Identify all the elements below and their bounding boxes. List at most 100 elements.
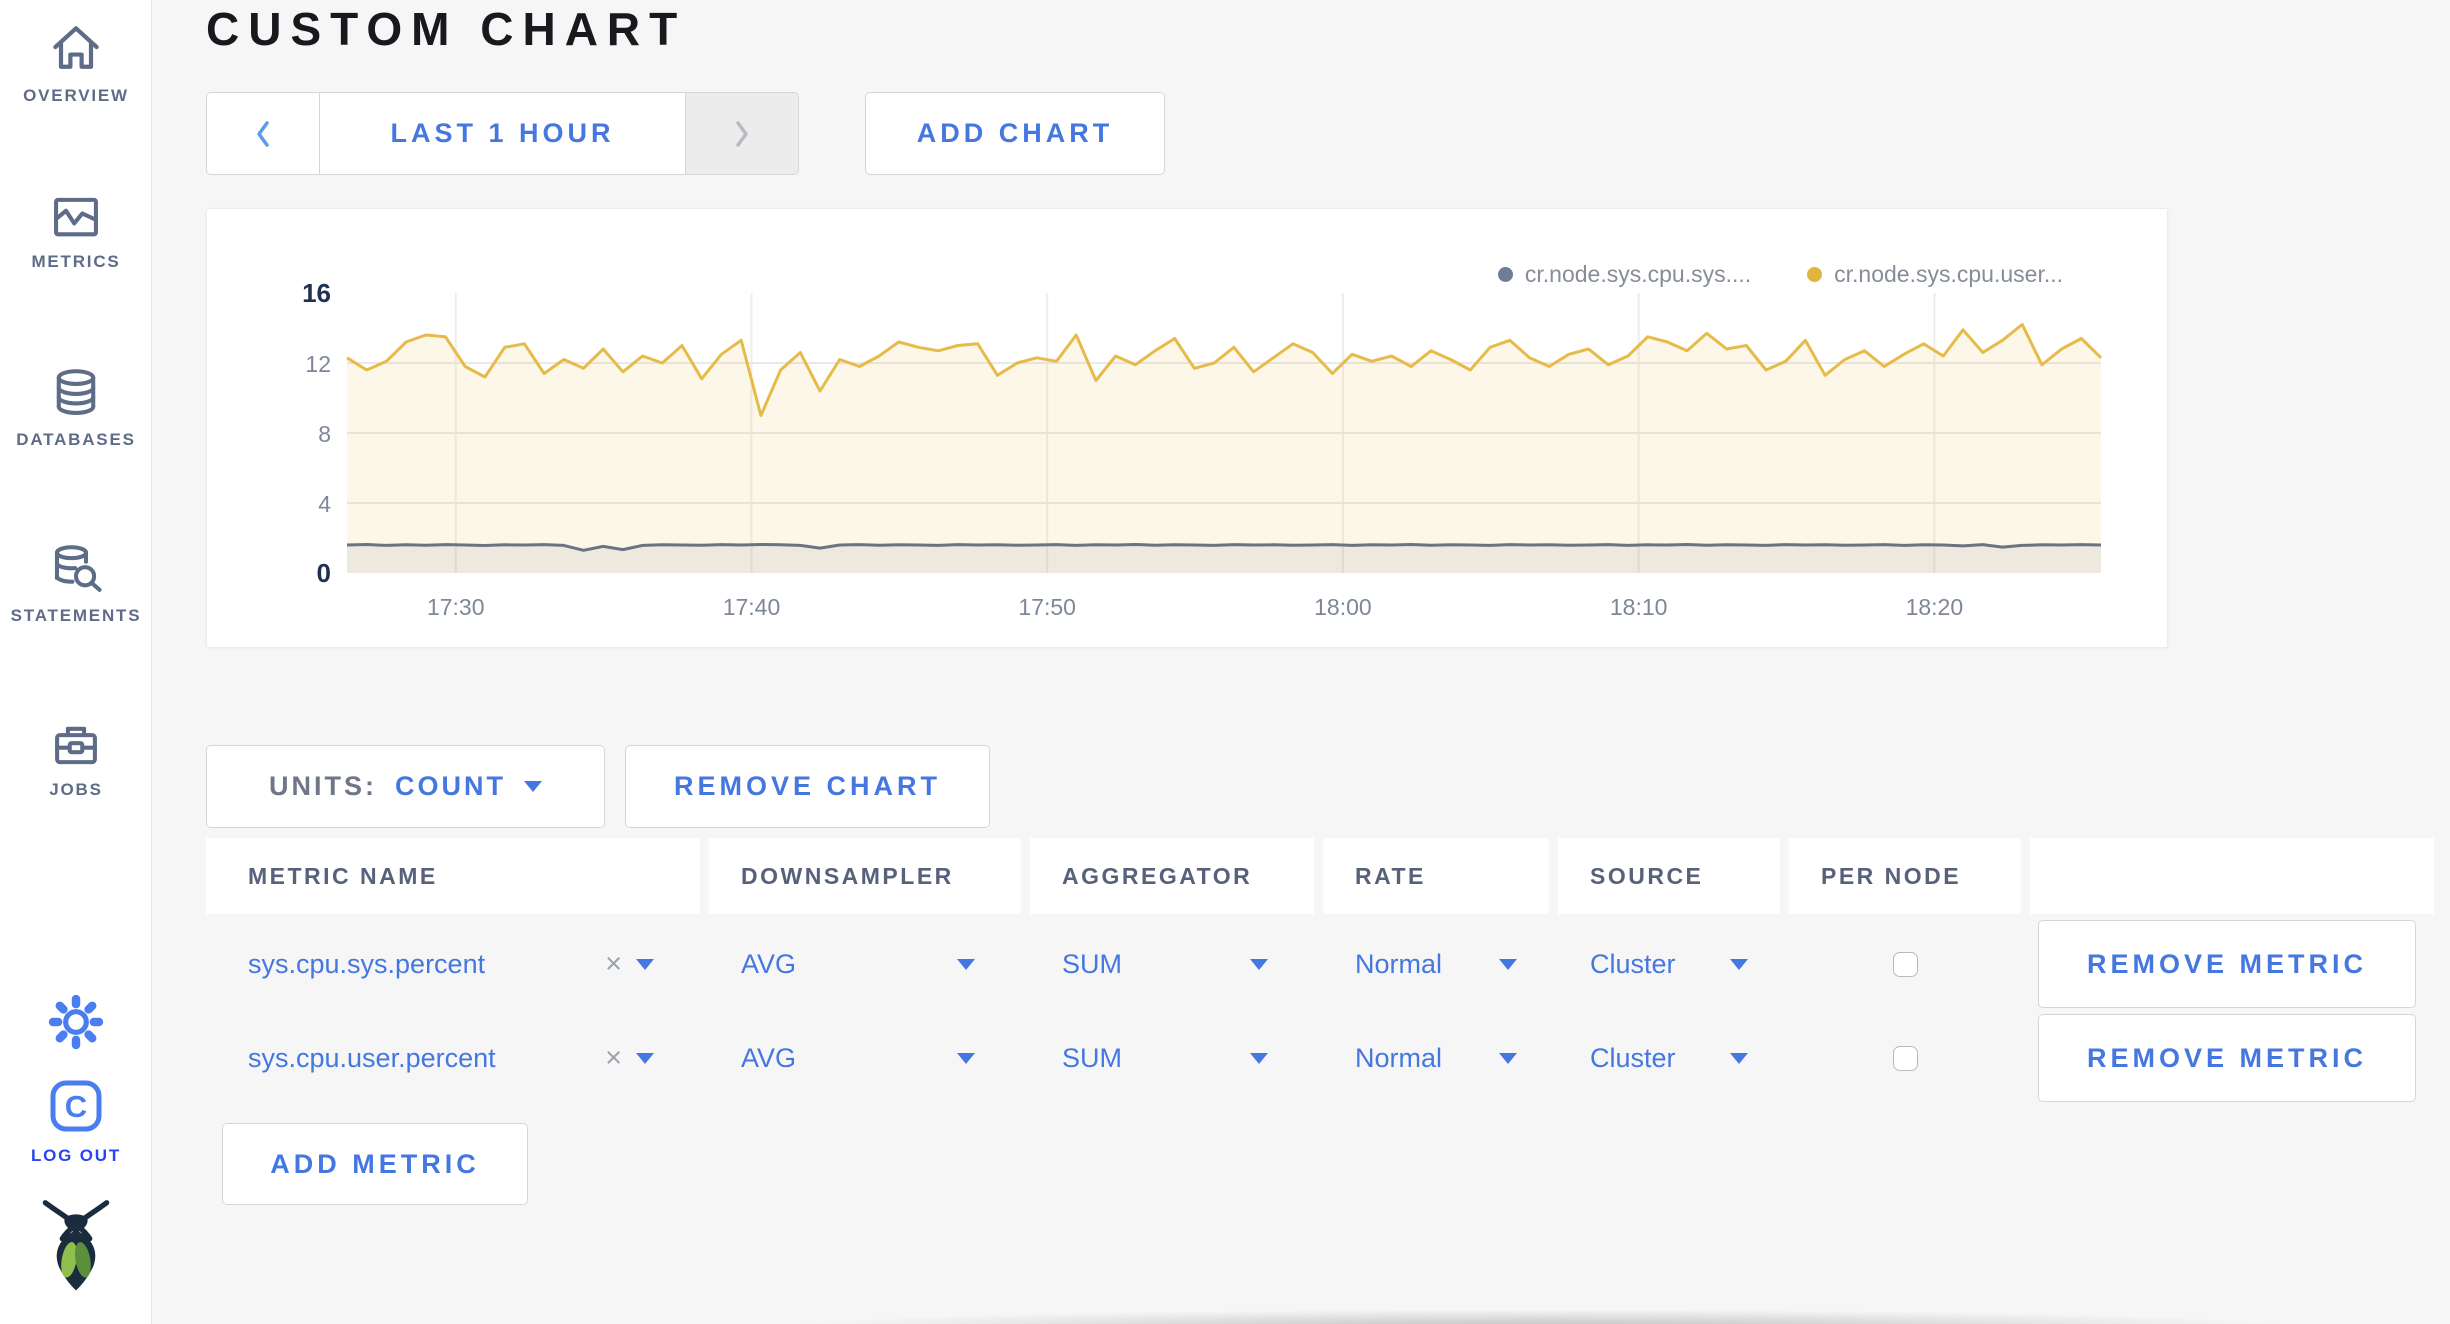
sidebar: OVERVIEW METRICS DATABASES STATEMENTS JO…: [0, 0, 152, 1324]
cockroach-logo[interactable]: [0, 1198, 152, 1292]
per-node-cell: [1789, 1014, 2021, 1102]
rate-value: Normal: [1355, 948, 1443, 979]
remove-chart-button[interactable]: REMOVE CHART: [625, 745, 990, 828]
col-header-actions: [2030, 838, 2434, 914]
metric-clear-control[interactable]: ×: [605, 1042, 654, 1075]
add-chart-button[interactable]: ADD CHART: [865, 92, 1165, 175]
legend-item[interactable]: cr.node.sys.cpu.sys....: [1497, 261, 1752, 288]
chevron-down-icon: [1730, 1052, 1748, 1064]
aggregator-value: SUM: [1062, 948, 1122, 979]
col-header-source: SOURCE: [1558, 838, 1780, 914]
col-header-per-node: PER NODE: [1789, 838, 2021, 914]
sidebar-item-label: DATABASES: [16, 430, 136, 449]
legend-label: cr.node.sys.cpu.sys....: [1524, 261, 1752, 287]
metric-name-dropdown[interactable]: sys.cpu.user.percent: [248, 1043, 496, 1074]
main-content: CUSTOM CHART LAST 1 HOUR ADD CHART cr.no…: [152, 0, 2450, 1324]
svg-text:C: C: [65, 1089, 87, 1124]
downsampler-dropdown[interactable]: AVG: [709, 1014, 1021, 1102]
legend-dot: [1497, 267, 1513, 282]
source-value: Cluster: [1590, 948, 1676, 979]
source-value: Cluster: [1590, 1042, 1676, 1073]
rate-value: Normal: [1355, 1042, 1443, 1073]
sidebar-item-metrics[interactable]: METRICS: [0, 192, 152, 272]
per-node-checkbox[interactable]: [1892, 1045, 1918, 1071]
sidebar-settings[interactable]: [0, 992, 152, 1052]
controls-row: LAST 1 HOUR ADD CHART: [206, 92, 1165, 175]
cockroach-c-icon: C: [50, 1080, 102, 1132]
briefcase-icon: [55, 726, 97, 765]
downsampler-value: AVG: [741, 948, 797, 979]
sidebar-logout[interactable]: C LOG OUT: [0, 1074, 152, 1166]
sidebar-item-label: OVERVIEW: [23, 86, 129, 105]
time-range-value[interactable]: LAST 1 HOUR: [320, 93, 685, 174]
actions-cell: REMOVE METRIC: [2030, 920, 2434, 1008]
svg-text:18:10: 18:10: [1610, 594, 1668, 620]
aggregator-dropdown[interactable]: SUM: [1030, 920, 1314, 1008]
metric-name-dropdown[interactable]: sys.cpu.sys.percent: [248, 949, 485, 980]
svg-text:17:30: 17:30: [427, 594, 485, 620]
time-range-prev-button[interactable]: [207, 93, 320, 174]
legend-dot: [1807, 267, 1823, 282]
chart-card: cr.node.sys.cpu.sys.... cr.node.sys.cpu.…: [206, 208, 2168, 648]
sidebar-item-databases[interactable]: DATABASES: [0, 364, 152, 450]
table-row-2-metric-cell: sys.cpu.user.percent ×: [206, 1014, 700, 1102]
chevron-down-icon: [636, 1052, 654, 1064]
svg-text:18:20: 18:20: [1906, 594, 1964, 620]
downsampler-dropdown[interactable]: AVG: [709, 920, 1021, 1008]
legend-item[interactable]: cr.node.sys.cpu.user...: [1807, 261, 2063, 288]
cockroach-bug-icon: [42, 1200, 110, 1291]
remove-metric-button[interactable]: REMOVE METRIC: [2038, 920, 2416, 1008]
sidebar-item-label: STATEMENTS: [10, 606, 142, 625]
chevron-down-icon: [1499, 1052, 1517, 1064]
clear-x-icon[interactable]: ×: [605, 948, 622, 981]
metric-clear-control[interactable]: ×: [605, 948, 654, 981]
sidebar-item-jobs[interactable]: JOBS: [0, 718, 152, 800]
svg-text:8: 8: [318, 421, 331, 447]
units-dropdown[interactable]: UNITS: COUNT: [206, 745, 605, 828]
remove-metric-button[interactable]: REMOVE METRIC: [2038, 1014, 2416, 1102]
chart-legend: cr.node.sys.cpu.sys.... cr.node.sys.cpu.…: [1497, 261, 2063, 288]
col-header-downsampler: DOWNSAMPLER: [709, 838, 1021, 914]
chevron-down-icon: [957, 1052, 975, 1064]
chart-options-row: UNITS: COUNT REMOVE CHART: [206, 745, 990, 828]
sidebar-item-statements[interactable]: STATEMENTS: [0, 540, 152, 626]
line-chart-icon: [54, 197, 98, 237]
chevron-down-icon: [1250, 1052, 1268, 1064]
time-range-next-button[interactable]: [685, 93, 798, 174]
gear-icon: [48, 994, 104, 1050]
units-value: COUNT: [395, 771, 506, 801]
sidebar-item-label: METRICS: [31, 252, 121, 271]
chevron-down-icon: [1730, 958, 1748, 970]
chevron-down-icon: [1499, 958, 1517, 970]
aggregator-value: SUM: [1062, 1042, 1122, 1073]
per-node-checkbox[interactable]: [1892, 951, 1918, 977]
source-dropdown[interactable]: Cluster: [1558, 920, 1780, 1008]
sidebar-item-overview[interactable]: OVERVIEW: [0, 18, 152, 106]
rate-dropdown[interactable]: Normal: [1323, 920, 1549, 1008]
actions-cell: REMOVE METRIC: [2030, 1014, 2434, 1102]
col-header-rate: RATE: [1323, 838, 1549, 914]
source-dropdown[interactable]: Cluster: [1558, 1014, 1780, 1102]
svg-text:12: 12: [305, 351, 331, 377]
svg-text:4: 4: [318, 491, 331, 517]
logout-label: LOG OUT: [30, 1146, 122, 1165]
downsampler-value: AVG: [741, 1042, 797, 1073]
rate-dropdown[interactable]: Normal: [1323, 1014, 1549, 1102]
per-node-cell: [1789, 920, 2021, 1008]
metrics-table: METRIC NAME DOWNSAMPLER AGGREGATOR RATE …: [206, 838, 2434, 1102]
aggregator-dropdown[interactable]: SUM: [1030, 1014, 1314, 1102]
clear-x-icon[interactable]: ×: [605, 1042, 622, 1075]
database-search-icon: [54, 545, 102, 592]
svg-text:18:00: 18:00: [1314, 594, 1372, 620]
add-metric-button[interactable]: ADD METRIC: [222, 1123, 528, 1205]
col-header-aggregator: AGGREGATOR: [1030, 838, 1314, 914]
sidebar-item-label: JOBS: [49, 780, 103, 799]
time-range-selector: LAST 1 HOUR: [206, 92, 799, 175]
chevron-down-icon: [524, 781, 542, 792]
chevron-right-icon: [736, 120, 748, 147]
svg-text:16: 16: [302, 278, 331, 308]
home-icon: [53, 26, 99, 69]
chevron-down-icon: [1250, 958, 1268, 970]
bottom-scroll-shadow: [632, 1308, 2450, 1324]
table-row-1-metric-cell: sys.cpu.sys.percent ×: [206, 920, 700, 1008]
